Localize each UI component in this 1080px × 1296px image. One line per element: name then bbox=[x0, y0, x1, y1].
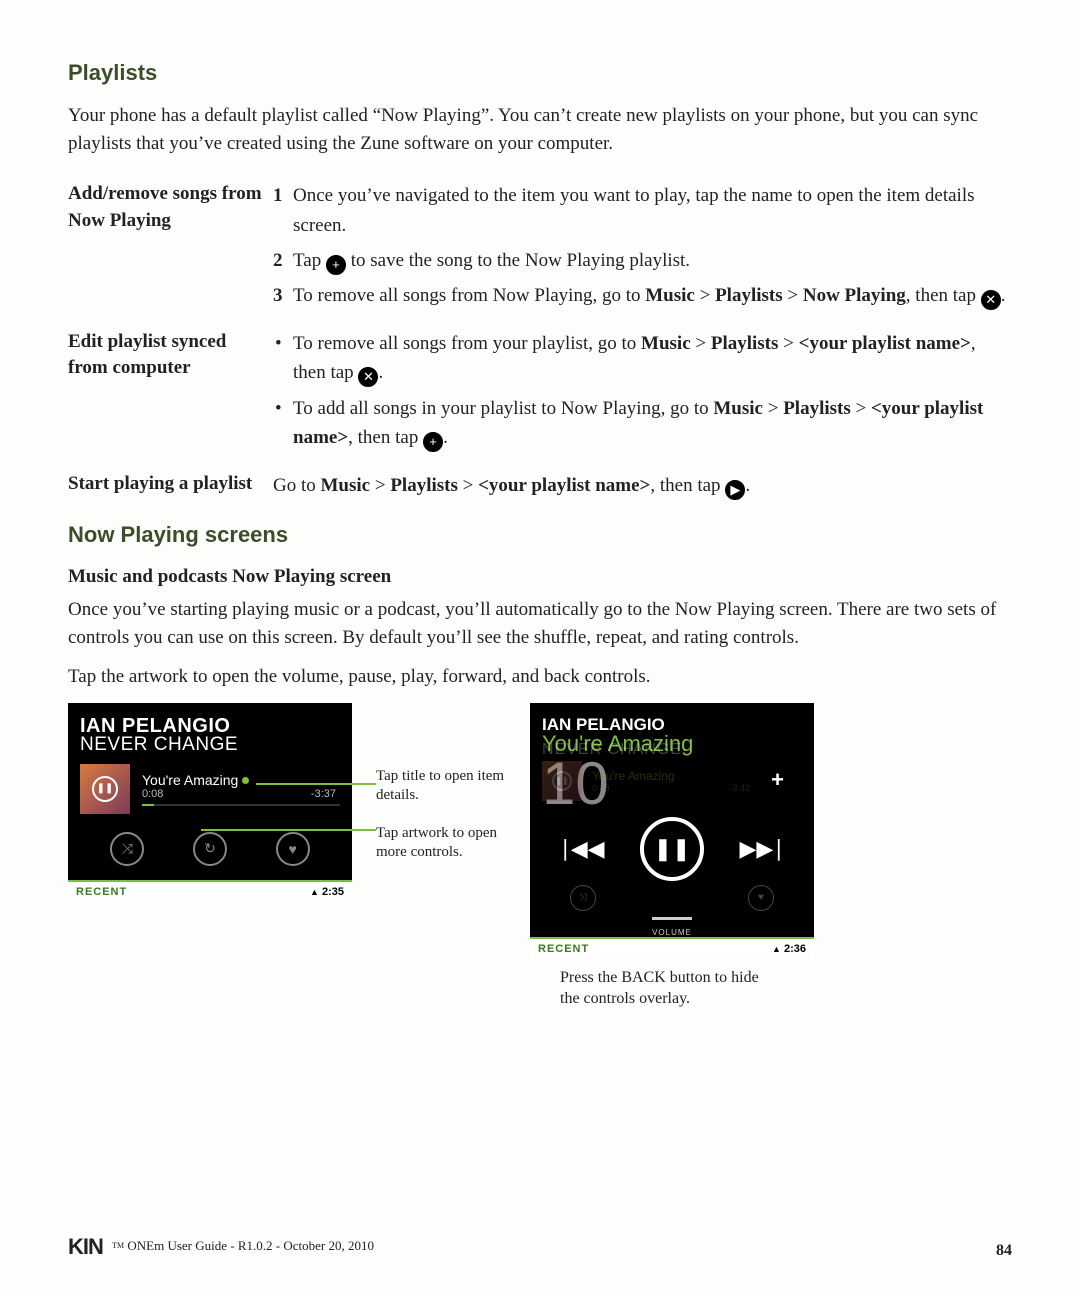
phone-default-controls: IAN PELANGIO NEVER CHANGE ❚❚ You're Amaz… bbox=[68, 703, 352, 902]
song-title[interactable]: You're Amazing bbox=[142, 772, 340, 788]
bullet-2: • bbox=[273, 394, 293, 453]
step-num-2: 2 bbox=[273, 246, 293, 275]
callouts: Tap title to open item details. Tap artw… bbox=[376, 703, 506, 881]
row3-text: Go to Music > Playlists > <your playlist… bbox=[273, 471, 1012, 500]
heart-icon[interactable]: ♥ bbox=[276, 832, 310, 866]
page-number: 84 bbox=[996, 1242, 1012, 1260]
album-label: NEVER CHANGE bbox=[80, 734, 340, 756]
next-icon[interactable]: ▶▶∣ bbox=[739, 836, 784, 862]
callout-artwork: Tap artwork to open more controls. bbox=[376, 824, 506, 863]
progress-bar[interactable] bbox=[142, 804, 340, 806]
add-icon: + bbox=[326, 255, 346, 275]
phone-overlay-controls: IAN PELANGIO You're Amazing NEVER CHANGE… bbox=[530, 703, 814, 959]
recent-label[interactable]: RECENT bbox=[76, 886, 127, 898]
play-icon: ▶ bbox=[725, 480, 745, 500]
pause-icon[interactable]: ❚❚ bbox=[640, 817, 704, 881]
album-art[interactable]: ❚❚ bbox=[80, 764, 130, 814]
step-num-3: 3 bbox=[273, 281, 293, 310]
heart-dim-icon: ♥ bbox=[748, 885, 774, 911]
shuffle-icon[interactable]: ⤨ bbox=[110, 832, 144, 866]
pause-overlay-icon[interactable]: ❚❚ bbox=[92, 776, 118, 802]
previous-icon[interactable]: ∣◀◀ bbox=[560, 836, 605, 862]
playlists-table: Add/remove songs from Now Playing 1 Once… bbox=[68, 181, 1012, 500]
screenshots-row: IAN PELANGIO NEVER CHANGE ❚❚ You're Amaz… bbox=[68, 703, 1012, 1010]
nps-para1: Once you’ve starting playing music or a … bbox=[68, 596, 1012, 651]
volume-label: VOLUME bbox=[542, 928, 802, 937]
callout-title: Tap title to open item details. bbox=[376, 767, 506, 806]
row1-step2: Tap + to save the song to the Now Playin… bbox=[293, 246, 690, 275]
kin-logo: KIN bbox=[68, 1234, 103, 1260]
row2-bullet1: To remove all songs from your playlist, … bbox=[293, 329, 1012, 388]
clock-2: 2:36 bbox=[772, 943, 806, 955]
nps-subheading: Music and podcasts Now Playing screen bbox=[68, 566, 1012, 588]
add-icon: + bbox=[423, 432, 443, 452]
row3-label: Start playing a playlist bbox=[68, 471, 273, 500]
row1-step1: Once you’ve navigated to the item you wa… bbox=[293, 181, 1012, 240]
overlay-caption: Press the BACK button to hide the contro… bbox=[530, 967, 814, 1010]
row1-step3: To remove all songs from Now Playing, go… bbox=[293, 281, 1005, 310]
volume-plus-icon[interactable]: + bbox=[771, 767, 784, 793]
playlists-intro: Your phone has a default playlist called… bbox=[68, 102, 1012, 157]
page-footer: KIN TM ONEm User Guide - R1.0.2 - Octobe… bbox=[68, 1234, 1012, 1260]
shuffle-dim-icon: ⤨ bbox=[570, 885, 596, 911]
nps-heading: Now Playing screens bbox=[68, 522, 1012, 548]
close-icon: ✕ bbox=[981, 290, 1001, 310]
close-icon: ✕ bbox=[358, 367, 378, 387]
step-num-1: 1 bbox=[273, 181, 293, 240]
row1-label: Add/remove songs from Now Playing bbox=[68, 181, 273, 317]
bullet-1: • bbox=[273, 329, 293, 388]
recent-label-2[interactable]: RECENT bbox=[538, 943, 589, 955]
playlists-heading: Playlists bbox=[68, 60, 1012, 86]
footer-text: ONEm User Guide - R1.0.2 - October 20, 2… bbox=[127, 1238, 374, 1253]
nps-para2: Tap the artwork to open the volume, paus… bbox=[68, 663, 1012, 691]
clock-1: 2:35 bbox=[310, 886, 344, 898]
row2-bullet2: To add all songs in your playlist to Now… bbox=[293, 394, 1012, 453]
volume-bar[interactable] bbox=[652, 917, 692, 920]
row2-label: Edit playlist synced from computer bbox=[68, 329, 273, 459]
repeat-icon[interactable]: ↻ bbox=[193, 832, 227, 866]
elapsed-time: 0:08 bbox=[142, 788, 163, 800]
remaining-time: -3:37 bbox=[311, 788, 336, 800]
